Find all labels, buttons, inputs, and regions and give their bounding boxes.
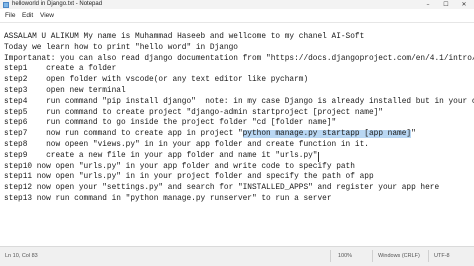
text-line[interactable]: step8 now opeen "views.py" in in your ap…	[4, 140, 369, 150]
text-line[interactable]: step6 run command to go inside the proje…	[4, 118, 336, 128]
ibeam-cursor-icon	[316, 152, 320, 162]
close-button[interactable]: ✕	[456, 0, 472, 9]
notepad-icon	[3, 1, 9, 8]
text-line[interactable]: step13 now run command in "python manage…	[4, 194, 332, 204]
text-line[interactable]: step4 run command "pip install django" n…	[4, 97, 474, 107]
status-divider	[372, 250, 373, 262]
text-line[interactable]: step7 now run command to create app in p…	[4, 129, 416, 139]
window-title: helloworld in Django.txt - Notepad	[12, 1, 103, 7]
menu-bar: File Edit View	[0, 9, 474, 23]
text-line[interactable]: step10 now open "urls.py" in your app fo…	[4, 162, 355, 172]
cursor-position: Ln 10, Col 83	[5, 253, 38, 259]
line-text: "	[411, 130, 416, 139]
title-bar: helloworld in Django.txt - Notepad – ☐ ✕	[0, 0, 474, 9]
text-line[interactable]: step3 open new terminal	[4, 86, 126, 96]
text-line[interactable]: step5 run command to create project "dja…	[4, 108, 383, 118]
menu-file[interactable]: File	[5, 12, 15, 20]
menu-edit[interactable]: Edit	[22, 12, 33, 20]
text-line[interactable]: ASSALAM U ALIKUM My name is Muhammad Has…	[4, 32, 364, 42]
text-line[interactable]: Today we learn how to print "hello word"…	[4, 43, 238, 53]
text-line[interactable]: step1 create a folder	[4, 64, 116, 74]
line-text: step7 now run command to create app in p…	[4, 130, 243, 139]
minimize-button[interactable]: –	[420, 0, 436, 9]
status-divider	[428, 250, 429, 262]
text-line[interactable]: step12 now open your "settings.py" and s…	[4, 183, 439, 193]
status-divider	[330, 250, 331, 262]
text-line[interactable]: step11 now open "urls.py" in in your pro…	[4, 172, 374, 182]
selected-text: python manage.py startapp [app name]	[242, 130, 412, 139]
maximize-button[interactable]: ☐	[438, 0, 454, 9]
text-editor[interactable]: ASSALAM U ALIKUM My name is Muhammad Has…	[0, 23, 474, 246]
text-line[interactable]: Importanat: you can also read django doc…	[4, 54, 474, 64]
zoom-level: 100%	[338, 253, 353, 259]
status-bar: Ln 10, Col 83 100% Windows (CRLF) UTF-8	[0, 246, 474, 266]
encoding: UTF-8	[434, 253, 450, 259]
text-line[interactable]: step2 open folder with vscode(or any tex…	[4, 75, 308, 85]
line-ending: Windows (CRLF)	[378, 253, 420, 259]
menu-view[interactable]: View	[40, 12, 54, 20]
text-line[interactable]: step9 create a new file in your app fold…	[4, 151, 318, 161]
